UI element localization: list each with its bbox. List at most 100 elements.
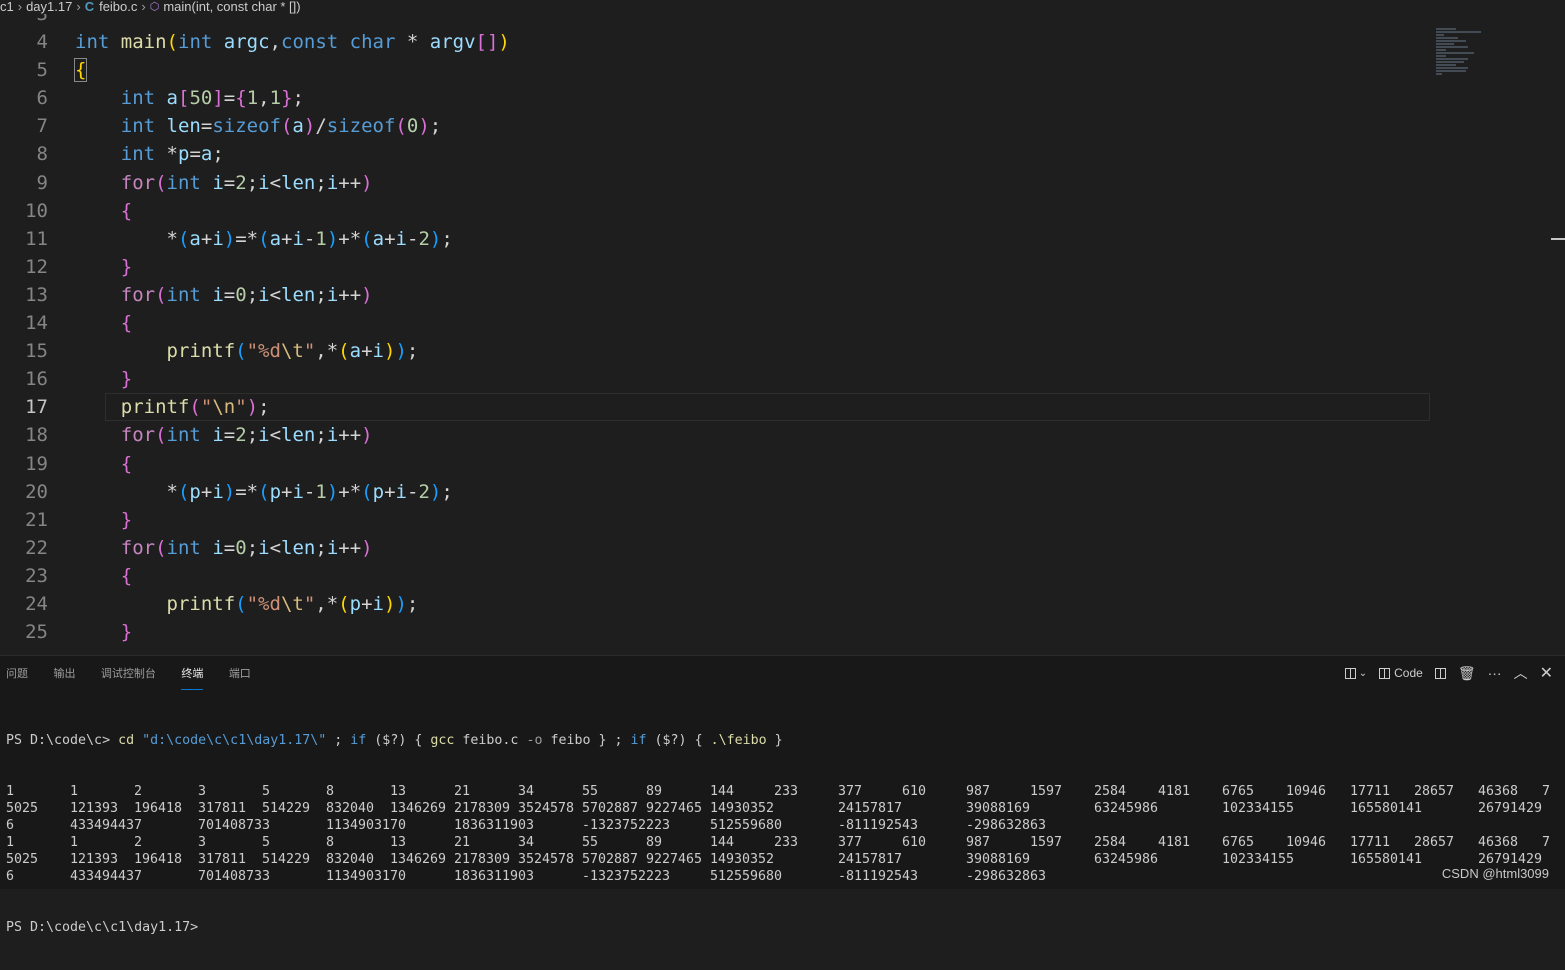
- code-line[interactable]: }: [75, 365, 1430, 393]
- code-line[interactable]: }: [75, 506, 1430, 534]
- code-line[interactable]: }: [75, 618, 1430, 646]
- code-line[interactable]: for(int i=0;i<len;i++): [75, 281, 1430, 309]
- more-icon[interactable]: ···: [1488, 665, 1502, 681]
- code-terminal-button[interactable]: Code: [1379, 666, 1423, 680]
- line-number: 22: [25, 536, 48, 559]
- code-line-current[interactable]: printf("\n");: [105, 393, 1430, 422]
- code-line[interactable]: printf("%d\t",*(a+i));: [75, 337, 1430, 365]
- line-number: 5: [36, 59, 48, 82]
- terminal-cell: 1597: [1030, 835, 1063, 850]
- minimap[interactable]: [1436, 28, 1486, 88]
- code-text[interactable]: int main(int argc,const char * argv[]) {…: [73, 14, 1430, 646]
- line-number: 4: [36, 31, 48, 54]
- tab-output[interactable]: 输出: [53, 665, 75, 689]
- close-icon[interactable]: ✕: [1540, 663, 1553, 683]
- line-number: 9: [36, 171, 48, 194]
- terminal-cell: [646, 817, 710, 834]
- terminal-cell: 233: [774, 835, 799, 850]
- code-line[interactable]: [75, 14, 1430, 28]
- terminal-cell: 63245986: [1094, 852, 1159, 867]
- terminal-cell: 512559680: [710, 869, 783, 884]
- scrollbar-position-marker[interactable]: [1551, 238, 1565, 240]
- terminal-cell: 832040: [326, 801, 375, 816]
- terminal-cell: 433494437: [70, 869, 143, 884]
- terminal-cell: 832040: [326, 852, 375, 867]
- code-line[interactable]: int *p=a;: [75, 140, 1430, 168]
- breadcrumb-item-c1[interactable]: c1: [0, 0, 14, 14]
- code-editor[interactable]: 3 4 5 6 7 8 9 10 11 12 13 14 15 16 17 18…: [0, 14, 1565, 655]
- code-line[interactable]: {: [75, 309, 1430, 337]
- code-line[interactable]: {: [75, 197, 1430, 225]
- terminal-cell: 196418: [134, 852, 183, 867]
- line-number: 7: [36, 115, 48, 138]
- split-layout-icon[interactable]: ⌄: [1344, 667, 1367, 679]
- code-line[interactable]: printf("%d\t",*(p+i));: [75, 590, 1430, 618]
- code-line[interactable]: for(int i=0;i<len;i++): [75, 534, 1430, 562]
- code-line[interactable]: {: [75, 562, 1430, 590]
- chevron-right-icon: ›: [141, 0, 146, 14]
- terminal-cell: [390, 817, 454, 834]
- terminal-command-line: PS D:\code\c> cd "d:\code\c\c1\day1.17\"…: [6, 732, 1562, 749]
- terminal-cell: 2: [134, 835, 143, 850]
- code-line[interactable]: int a[50]={1,1};: [75, 84, 1430, 112]
- terminal-cell: -811192543: [838, 818, 919, 833]
- terminal-cell: [1094, 817, 1158, 834]
- tab-problems[interactable]: 问题: [6, 665, 28, 689]
- terminal-cell: 28657: [1414, 835, 1455, 850]
- tab-ports[interactable]: 端口: [229, 665, 251, 689]
- terminal-cell: [1222, 868, 1286, 885]
- terminal-cell: 5025: [6, 801, 39, 816]
- terminal-output[interactable]: PS D:\code\c> cd "d:\code\c\c1\day1.17\"…: [6, 698, 1562, 970]
- terminal-cell: [518, 868, 582, 885]
- terminal-cell: 10946: [1286, 835, 1327, 850]
- code-line[interactable]: }: [75, 253, 1430, 281]
- terminal-output-row: 6 433494437 701408733 1134903170 1836311903 -…: [6, 868, 1562, 885]
- terminal-cell: 1134903170: [326, 818, 407, 833]
- terminal-cell: 63245986: [1094, 801, 1159, 816]
- chevron-down-icon[interactable]: ⌄: [1359, 668, 1367, 679]
- terminal-cell: 21: [454, 835, 471, 850]
- terminal-cell: [1158, 800, 1222, 817]
- code-line[interactable]: {: [73, 56, 1430, 84]
- tab-terminal[interactable]: 终端: [181, 665, 204, 690]
- line-number: 20: [25, 480, 48, 503]
- terminal-cell: 8: [326, 784, 335, 799]
- terminal-cell: -811192543: [838, 869, 919, 884]
- line-number: 8: [36, 143, 48, 166]
- line-number: 19: [25, 452, 48, 475]
- code-line[interactable]: for(int i=2;i<len;i++): [75, 169, 1430, 197]
- breadcrumb-item-file[interactable]: feibo.c: [99, 0, 137, 14]
- terminal-cell: 14930352: [710, 801, 775, 816]
- trash-icon[interactable]: 🗑: [1458, 665, 1476, 682]
- terminal-cell: [134, 868, 198, 885]
- chevron-right-icon: ›: [76, 0, 81, 14]
- terminal-cell: 17711: [1350, 784, 1391, 799]
- keyword: if: [630, 733, 647, 748]
- terminal-output-row: 6 433494437 701408733 1134903170 1836311903 -…: [6, 817, 1562, 834]
- terminal-cell: 55: [582, 835, 599, 850]
- code-line[interactable]: *(a+i)=*(a+i-1)+*(a+i-2);: [75, 225, 1430, 253]
- terminal-output-row: 5025 121393 196418 317811 514229 832040 134626…: [6, 800, 1562, 817]
- chevron-right-icon: ›: [17, 0, 23, 14]
- terminal-cell: 17711: [1350, 835, 1391, 850]
- code-line[interactable]: {: [75, 450, 1430, 478]
- code-line[interactable]: for(int i=2;i<len;i++): [75, 421, 1430, 449]
- terminal-cell: 9227465: [646, 801, 703, 816]
- maximize-icon[interactable]: ︿: [1514, 663, 1528, 683]
- split-terminal-icon[interactable]: [1434, 667, 1446, 679]
- breadcrumb-item-symbol[interactable]: main(int, const char * []): [163, 0, 300, 14]
- code-line[interactable]: int len=sizeof(a)/sizeof(0);: [75, 112, 1430, 140]
- terminal-cell: 39088169: [966, 801, 1031, 816]
- terminal-cell: -298632863: [966, 869, 1047, 884]
- code-line[interactable]: int main(int argc,const char * argv[]): [75, 28, 1430, 56]
- breadcrumb-item-day[interactable]: day1.17: [26, 0, 72, 14]
- terminal-output-rows: 1 1 2 3 5 8 13 21 34 55 89 144 233 377 610 987 1597 2584 4…: [6, 783, 1562, 885]
- terminal-cell: 1: [70, 835, 79, 850]
- terminal-cell: 514229: [262, 801, 311, 816]
- line-number: 12: [25, 255, 48, 278]
- tab-debug-console[interactable]: 调试控制台: [101, 665, 156, 689]
- terminal-cell: 1: [6, 835, 15, 850]
- prompt: PS D:\code\c>: [6, 733, 111, 748]
- code-line[interactable]: *(p+i)=*(p+i-1)+*(p+i-2);: [75, 478, 1430, 506]
- terminal-cell: 701408733: [198, 818, 271, 833]
